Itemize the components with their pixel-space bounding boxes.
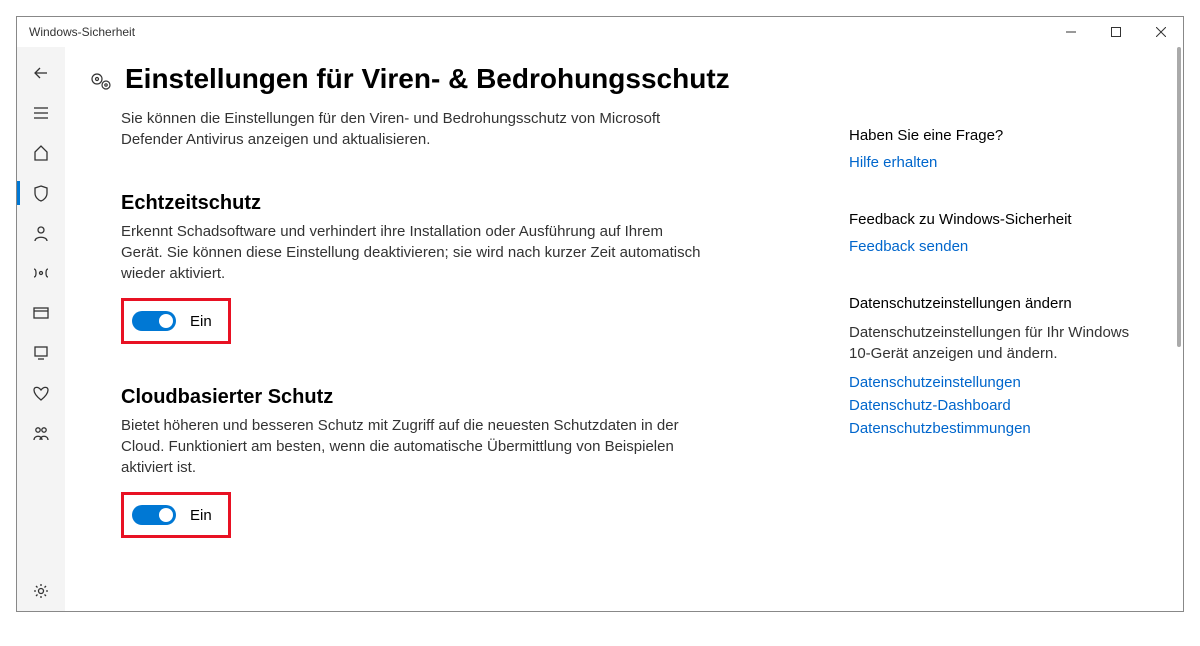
section-description: Bietet höheren und besseren Schutz mit Z… [121,415,701,478]
highlight-box-cloud: Ein [121,492,231,538]
section-description: Erkennt Schadsoftware und verhindert ihr… [121,221,701,284]
sidebar [17,47,65,611]
scrollbar[interactable] [1173,47,1183,611]
back-button[interactable] [17,53,65,93]
gears-icon [89,69,113,98]
highlight-box-realtime: Ein [121,298,231,344]
section-cloud: Cloudbasierter Schutz Bietet höheren und… [121,386,701,538]
titlebar: Windows-Sicherheit [17,17,1183,47]
sidebar-item-health[interactable] [17,373,65,413]
sidebar-item-device-security[interactable] [17,333,65,373]
title-row: Einstellungen für Viren- & Bedrohungssch… [89,61,741,98]
content-area: Einstellungen für Viren- & Bedrohungssch… [65,47,1183,611]
privacy-dashboard-link[interactable]: Datenschutz-Dashboard [849,397,1139,414]
sidebar-item-home[interactable] [17,133,65,173]
sidebar-item-family[interactable] [17,413,65,453]
sidebar-item-app-control[interactable] [17,293,65,333]
sidebar-item-firewall[interactable] [17,253,65,293]
toggle-label: Ein [190,507,212,524]
help-link[interactable]: Hilfe erhalten [849,154,1139,171]
aside-text: Datenschutzeinstellungen für Ihr Windows… [849,322,1139,364]
section-title: Echtzeitschutz [121,192,701,215]
window-title: Windows-Sicherheit [29,25,135,39]
sidebar-item-virus[interactable] [17,173,65,213]
toggle-label: Ein [190,313,212,330]
section-realtime: Echtzeitschutz Erkennt Schadsoftware und… [121,192,701,344]
realtime-toggle[interactable] [132,311,176,331]
scrollbar-thumb[interactable] [1177,47,1181,347]
body-area: Einstellungen für Viren- & Bedrohungssch… [17,47,1183,611]
page-title: Einstellungen für Viren- & Bedrohungssch… [125,61,730,97]
cloud-toggle[interactable] [132,505,176,525]
sidebar-item-account[interactable] [17,213,65,253]
privacy-settings-link[interactable]: Datenschutzeinstellungen [849,374,1139,391]
aside-feedback: Feedback zu Windows-Sicherheit Feedback … [849,211,1139,255]
close-button[interactable] [1138,17,1183,47]
titlebar-controls [1048,17,1183,47]
page-description: Sie können die Einstellungen für den Vir… [121,108,681,150]
feedback-link[interactable]: Feedback senden [849,238,1139,255]
privacy-statement-link[interactable]: Datenschutzbestimmungen [849,420,1139,437]
window-frame: Windows-Sicherheit [16,16,1184,612]
main-column: Einstellungen für Viren- & Bedrohungssch… [121,61,741,611]
sidebar-item-settings[interactable] [17,571,65,611]
section-title: Cloudbasierter Schutz [121,386,701,409]
menu-button[interactable] [17,93,65,133]
aside-title: Feedback zu Windows-Sicherheit [849,211,1139,228]
aside-title: Haben Sie eine Frage? [849,127,1139,144]
aside-privacy: Datenschutzeinstellungen ändern Datensch… [849,295,1139,437]
minimize-button[interactable] [1048,17,1093,47]
aside-column: Haben Sie eine Frage? Hilfe erhalten Fee… [849,61,1139,611]
maximize-button[interactable] [1093,17,1138,47]
aside-help: Haben Sie eine Frage? Hilfe erhalten [849,127,1139,171]
aside-title: Datenschutzeinstellungen ändern [849,295,1139,312]
